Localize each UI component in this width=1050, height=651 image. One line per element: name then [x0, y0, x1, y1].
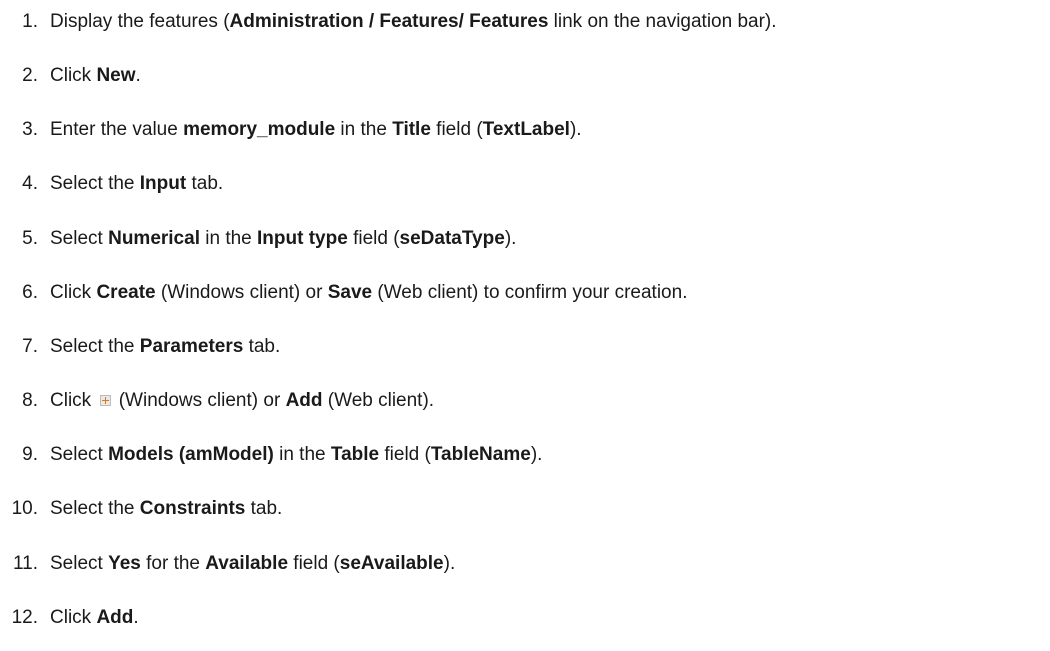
field-name: Title: [392, 119, 431, 140]
step-number: 2.: [22, 65, 38, 86]
step-10: 10. Select the Constraints tab.: [0, 494, 283, 524]
step-3: 3. Enter the value memory_module in the …: [0, 115, 582, 145]
step-9: 9. Select Models (amModel) in the Table …: [0, 440, 542, 470]
step-number: 12.: [11, 607, 38, 628]
field-sql-name: seDataType: [399, 228, 505, 249]
plus-icon: [100, 395, 112, 407]
step-2: 2. Click New.: [0, 61, 141, 91]
step-text: Select Yes for the Available field (seAv…: [50, 553, 456, 574]
step-text: Select the Input tab.: [50, 173, 224, 194]
value-name: memory_module: [183, 119, 336, 140]
value-name: Models (amModel): [108, 444, 274, 465]
step-text: Display the features (Administration / F…: [50, 11, 777, 32]
field-sql-name: seAvailable: [339, 553, 444, 574]
step-number: 10.: [11, 498, 38, 519]
field-name: Table: [330, 444, 380, 465]
value-name: Numerical: [108, 228, 200, 249]
step-6: 6. Click Create (Windows client) or Save…: [0, 278, 687, 308]
step-text: Click New.: [50, 65, 141, 86]
step-number: 1.: [22, 11, 38, 32]
tab-name: Parameters: [139, 336, 244, 357]
step-text: Select the Parameters tab.: [50, 336, 281, 357]
step-7: 7. Select the Parameters tab.: [0, 332, 280, 362]
button-name: Save: [327, 282, 373, 303]
step-text: Enter the value memory_module in the Tit…: [50, 119, 582, 140]
button-name: Add: [96, 607, 134, 628]
tab-name: Constraints: [139, 498, 246, 519]
button-name: New: [96, 65, 136, 86]
field-sql-name: TextLabel: [482, 119, 570, 140]
step-number: 5.: [22, 228, 38, 249]
menu-path: Administration / Features/ Features: [229, 11, 549, 32]
step-number: 9.: [22, 444, 38, 465]
step-11: 11. Select Yes for the Available field (…: [0, 549, 455, 579]
step-text: Select Numerical in the Input type field…: [50, 228, 517, 249]
field-sql-name: TableName: [430, 444, 531, 465]
step-text: Select the Constraints tab.: [50, 498, 283, 519]
button-name: Add: [285, 390, 323, 411]
step-text: Click (Windows client) or Add (Web clien…: [50, 390, 435, 411]
button-name: Create: [96, 282, 156, 303]
step-text: Click Add.: [50, 607, 139, 628]
step-5: 5. Select Numerical in the Input type fi…: [0, 224, 516, 254]
step-12: 12. Click Add.: [0, 603, 139, 633]
step-number: 4.: [22, 173, 38, 194]
step-number: 3.: [22, 119, 38, 140]
field-name: Input type: [257, 228, 348, 249]
step-text: Click Create (Windows client) or Save (W…: [50, 282, 688, 303]
step-number: 6.: [22, 282, 38, 303]
step-8: 8. Click (Windows client) or Add (Web cl…: [0, 386, 434, 416]
value-name: Yes: [108, 553, 141, 574]
field-name: Available: [205, 553, 289, 574]
step-4: 4. Select the Input tab.: [0, 169, 223, 199]
step-number: 7.: [22, 336, 38, 357]
step-number: 8.: [22, 390, 38, 411]
step-1: 1. Display the features (Administration …: [0, 7, 777, 37]
step-number: 11.: [12, 553, 38, 574]
tab-name: Input: [139, 173, 187, 194]
step-text: Select Models (amModel) in the Table fie…: [50, 444, 543, 465]
